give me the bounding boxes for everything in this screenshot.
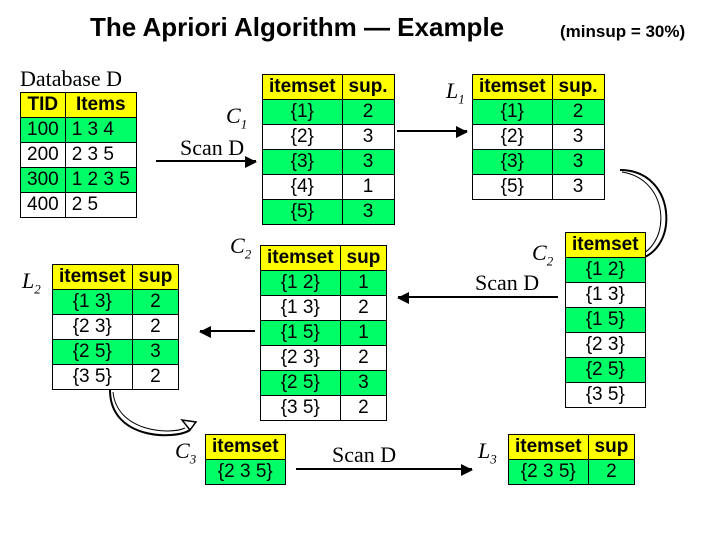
arrow-d-to-c1 [156, 160, 256, 162]
td: 2 [340, 296, 387, 321]
scan-d-label-3: Scan D [332, 442, 396, 468]
th: itemset [509, 435, 589, 460]
table-c3: itemset {2 3 5} [205, 434, 286, 485]
td: 3 [552, 125, 604, 150]
page-title: The Apriori Algorithm — Example [90, 12, 504, 43]
td: {3} [263, 150, 343, 175]
th: sup. [342, 75, 394, 100]
td: 300 [21, 168, 66, 193]
table-c2-candidates: itemset {1 2} {1 3} {1 5} {2 3} {2 5} {3… [565, 232, 646, 408]
td: {5} [263, 200, 343, 225]
td: {2 3} [261, 346, 341, 371]
td: 3 [340, 371, 387, 396]
th: sup [132, 265, 179, 290]
td: {1 3} [566, 283, 646, 308]
td: 1 [340, 271, 387, 296]
td: 2 3 5 [65, 143, 136, 168]
th: itemset [206, 435, 286, 460]
td: 2 5 [65, 193, 136, 218]
td: {3} [473, 150, 553, 175]
td: 200 [21, 143, 66, 168]
th: itemset [473, 75, 553, 100]
td: {2 5} [53, 340, 133, 365]
th: itemset [566, 233, 646, 258]
td: {1 2} [566, 258, 646, 283]
td: 2 [588, 460, 635, 485]
td: {1 2} [261, 271, 341, 296]
th: Items [65, 93, 136, 118]
td: {1} [473, 100, 553, 125]
th: TID [21, 93, 66, 118]
th: itemset [263, 75, 343, 100]
table-l3: itemsetsup {2 3 5}2 [508, 434, 635, 485]
c3-label: C3 [175, 438, 196, 467]
td: {1 3} [53, 290, 133, 315]
c2-sup-label: C2 [230, 233, 251, 262]
td: {2 3} [566, 333, 646, 358]
table-c2-sup: itemsetsup {1 2}1 {1 3}2 {1 5}1 {2 3}2 {… [260, 245, 387, 421]
arrow-c2sup-to-l2 [200, 330, 255, 332]
td: 1 [340, 321, 387, 346]
l1-label: L1 [446, 78, 465, 107]
scan-d-label-2: Scan D [475, 270, 539, 296]
table-l2: itemsetsup {1 3}2 {2 3}2 {2 5}3 {3 5}2 [52, 264, 179, 390]
td: 2 [552, 100, 604, 125]
td: 2 [340, 396, 387, 421]
td: {4} [263, 175, 343, 200]
th: itemset [53, 265, 133, 290]
arrow-c1-to-l1 [397, 130, 467, 132]
td: 3 [132, 340, 179, 365]
td: {3 5} [261, 396, 341, 421]
td: {2} [263, 125, 343, 150]
th: sup [340, 246, 387, 271]
td: 3 [342, 200, 394, 225]
td: 2 [340, 346, 387, 371]
scan-d-label-1: Scan D [180, 135, 244, 161]
td: {1} [263, 100, 343, 125]
arrow-c3-to-l3 [296, 468, 472, 470]
arrow-c2cand-to-c2sup [398, 296, 558, 298]
td: 3 [552, 150, 604, 175]
database-d-label: Database D [20, 66, 122, 92]
td: 3 [552, 175, 604, 200]
td: 400 [21, 193, 66, 218]
td: {2 3 5} [509, 460, 589, 485]
table-l1: itemsetsup. {1}2 {2}3 {3}3 {5}3 [472, 74, 605, 200]
td: {2} [473, 125, 553, 150]
td: {1 5} [261, 321, 341, 346]
td: 2 [132, 290, 179, 315]
td: 1 [342, 175, 394, 200]
td: 1 3 4 [65, 118, 136, 143]
td: {3 5} [566, 383, 646, 408]
th: sup [588, 435, 635, 460]
td: {1 3} [261, 296, 341, 321]
l3-label: L3 [478, 438, 497, 467]
td: {2 5} [261, 371, 341, 396]
td: {2 3} [53, 315, 133, 340]
minsup-label: (minsup = 30%) [560, 22, 685, 42]
td: 100 [21, 118, 66, 143]
table-database-d: TIDItems 1001 3 4 2002 3 5 3001 2 3 5 40… [20, 92, 137, 218]
td: {2 5} [566, 358, 646, 383]
th: itemset [261, 246, 341, 271]
td: {1 5} [566, 308, 646, 333]
c2-cand-label: C2 [532, 240, 553, 269]
td: {2 3 5} [206, 460, 286, 485]
td: 2 [132, 315, 179, 340]
l2-label: L2 [22, 268, 41, 297]
td: 1 2 3 5 [65, 168, 136, 193]
td: 2 [342, 100, 394, 125]
th: sup. [552, 75, 604, 100]
td: 3 [342, 150, 394, 175]
td: 3 [342, 125, 394, 150]
td: {5} [473, 175, 553, 200]
table-c1: itemsetsup. {1}2 {2}3 {3}3 {4}1 {5}3 [262, 74, 395, 225]
c1-label: C1 [226, 103, 247, 132]
